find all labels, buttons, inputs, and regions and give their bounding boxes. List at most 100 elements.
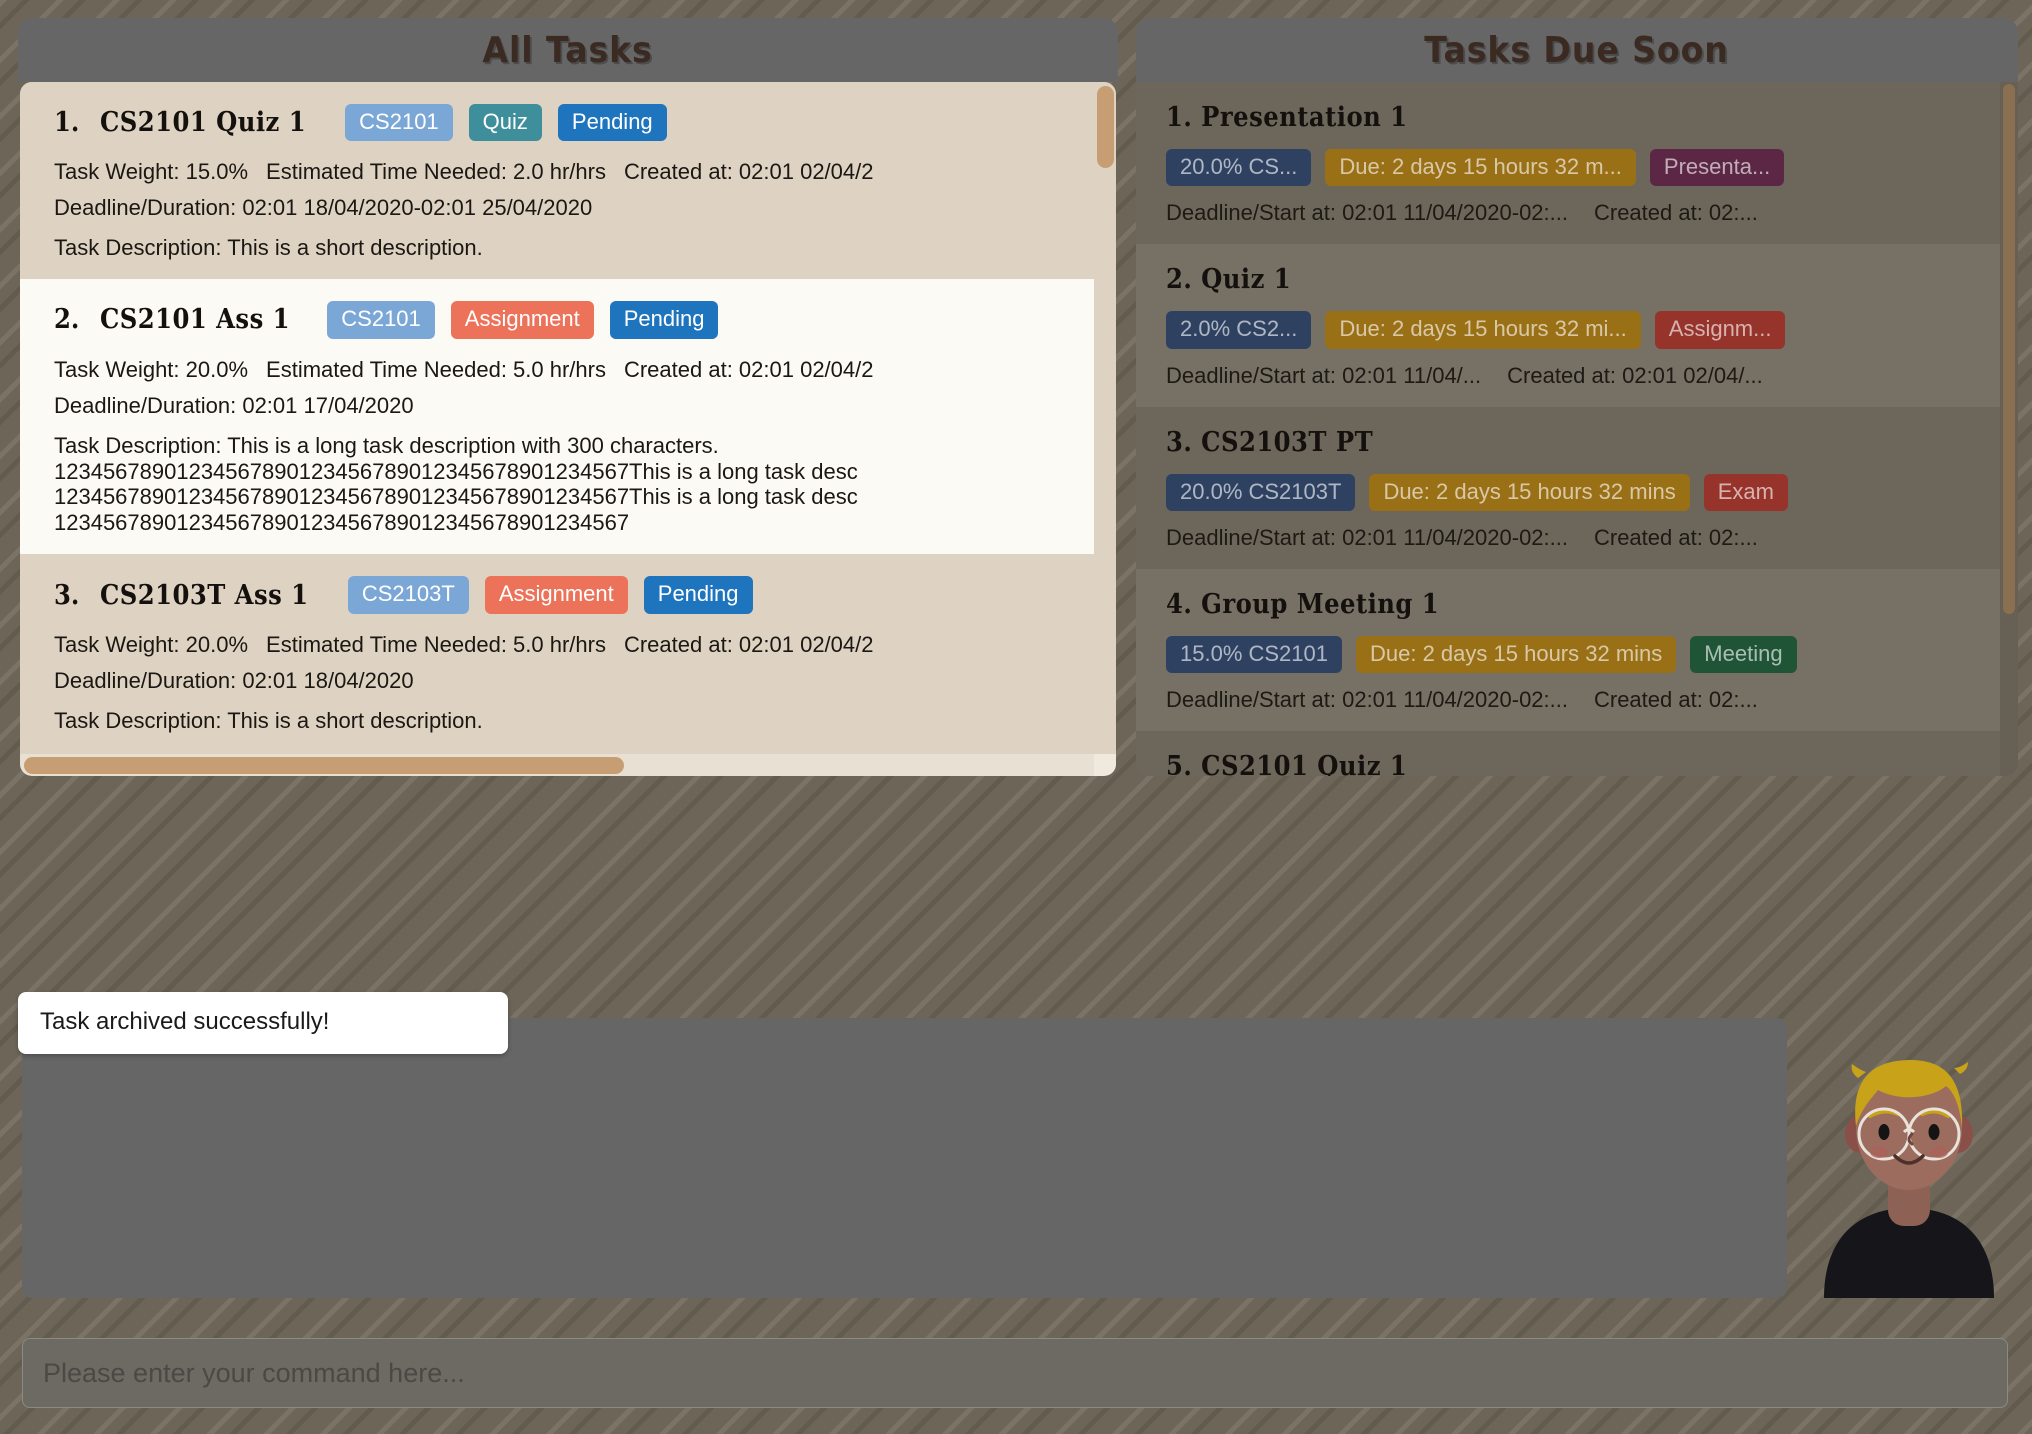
due-soon-list[interactable]: 1. Presentation 1 20.0% CS... Due: 2 days … — [1136, 82, 2018, 776]
task-badge: Assignment — [450, 301, 594, 339]
all-tasks-horizontal-scrollbar[interactable] — [20, 754, 1094, 776]
task-description: Task Description: This is a long task de… — [54, 432, 858, 536]
due-soon-list-body: 1. Presentation 1 20.0% CS... Due: 2 days … — [1136, 82, 2000, 776]
due-soon-vertical-scrollbar-thumb[interactable] — [2003, 84, 2015, 614]
due-task-badges: 2.0% CS2... Due: 2 days 15 hours 32 mi...… — [1166, 311, 1974, 349]
task-meta-line: Task Weight: 20.0% Estimated Time Needed:… — [54, 357, 1068, 383]
due-task-badge: 20.0% CS2103T — [1166, 473, 1356, 511]
due-task-card[interactable]: 5. CS2101 Quiz 1 — [1136, 731, 2000, 776]
due-task-badge: 2.0% CS2... — [1166, 311, 1312, 349]
status-toast: Task archived successfully! — [18, 992, 508, 1054]
all-tasks-list-body: 1. CS2101 Quiz 1 CS2101 Quiz Pending Task Wei… — [20, 82, 1094, 754]
due-task-card[interactable]: 2. Quiz 1 2.0% CS2... Due: 2 days 15 hours… — [1136, 244, 2000, 407]
task-estimated-time: Estimated Time Needed: 5.0 hr/hrs — [266, 631, 606, 657]
due-task-created-at: Created at: 02:... — [1593, 687, 1758, 713]
task-deadline: Deadline/Duration: 02:01 18/04/2020 — [54, 667, 414, 693]
task-card-header: 1. CS2101 Quiz 1 CS2101 Quiz Pending — [54, 104, 1068, 142]
task-card[interactable]: 2. CS2101 Ass 1 CS2101 Assignment Pending Tas… — [20, 279, 1094, 555]
due-task-name: 3. CS2103T PT — [1166, 426, 1374, 458]
due-task-meta: Deadline/Start at: 02:01 11/04/2020-02:.… — [1166, 687, 1974, 713]
due-task-deadline: Deadline/Start at: 02:01 11/04/2020-02:.… — [1166, 200, 1568, 226]
due-task-badge: Due: 2 days 15 hours 32 mins — [1356, 635, 1677, 674]
due-task-badge: Assignm... — [1654, 311, 1786, 349]
due-task-deadline: Deadline/Start at: 02:01 11/04/2020-02:.… — [1166, 687, 1568, 713]
task-weight: Task Weight: 20.0% — [54, 631, 249, 657]
due-task-badge: Exam — [1703, 473, 1788, 511]
task-badge: Pending — [557, 104, 667, 142]
avatar-illustration — [1824, 1060, 1994, 1298]
task-card-header: 3. CS2103T Ass 1 CS2103T Assignment Pending — [54, 576, 1068, 614]
due-task-card[interactable]: 4. Group Meeting 1 15.0% CS2101 Due: 2 day… — [1136, 568, 2000, 732]
task-meta-line: Task Weight: 15.0% Estimated Time Needed:… — [54, 159, 1068, 185]
all-tasks-panel: All Tasks 1. CS2101 Quiz 1 CS2101 Quiz Pendi… — [18, 18, 1118, 776]
task-created-at: Created at: 02:01 02/04/2 — [623, 159, 874, 185]
task-deadline: Deadline/Duration: 02:01 17/04/2020 — [54, 392, 414, 418]
command-input[interactable] — [22, 1338, 2008, 1408]
due-task-created-at: Created at: 02:01 02/04/... — [1507, 362, 1763, 388]
due-task-badges: 20.0% CS... Due: 2 days 15 hours 32 m... P… — [1166, 149, 1974, 187]
due-task-meta: Deadline/Start at: 02:01 11/04/2020-02:.… — [1166, 200, 1974, 226]
task-weight: Task Weight: 15.0% — [54, 159, 249, 185]
response-display-box: Task archived successfully! — [18, 992, 1787, 1298]
task-weight: Task Weight: 20.0% — [54, 356, 249, 382]
all-tasks-title: All Tasks — [482, 29, 654, 71]
task-name: CS2101 Quiz 1 — [100, 107, 307, 139]
due-task-card[interactable]: 3. CS2103T PT 20.0% CS2103T Due: 2 days 15… — [1136, 406, 2000, 569]
task-name: CS2101 Ass 1 — [100, 304, 291, 336]
due-task-deadline: Deadline/Start at: 02:01 11/04/... — [1166, 362, 1482, 388]
all-tasks-vertical-scrollbar-thumb[interactable] — [1097, 86, 1114, 168]
due-task-name: 2. Quiz 1 — [1166, 264, 1292, 296]
due-task-name: 4. Group Meeting 1 — [1166, 588, 1440, 620]
due-task-badge: 15.0% CS2101 — [1166, 635, 1342, 674]
task-badge: Assignment — [484, 576, 628, 614]
task-badge: Pending — [643, 576, 753, 614]
task-card[interactable]: 1. CS2101 Quiz 1 CS2101 Quiz Pending Task Wei… — [20, 82, 1094, 280]
task-index: 3. — [54, 579, 80, 611]
due-task-meta: Deadline/Start at: 02:01 11/04/2020-02:.… — [1166, 525, 1974, 551]
due-task-badge: Presenta... — [1649, 149, 1785, 187]
task-index: 2. — [54, 304, 80, 336]
due-task-meta: Deadline/Start at: 02:01 11/04/... Create… — [1166, 363, 1974, 389]
due-task-badge: Due: 2 days 15 hours 32 mins — [1369, 473, 1690, 511]
due-task-badge: Meeting — [1690, 635, 1797, 674]
due-task-card[interactable]: 1. Presentation 1 20.0% CS... Due: 2 days … — [1136, 82, 2000, 245]
all-tasks-list[interactable]: 1. CS2101 Quiz 1 CS2101 Quiz Pending Task Wei… — [20, 82, 1116, 776]
task-created-at: Created at: 02:01 02/04/2 — [623, 631, 874, 657]
due-soon-title: Tasks Due Soon — [1424, 29, 1730, 71]
due-soon-vertical-scrollbar[interactable] — [2000, 82, 2018, 776]
all-tasks-header: All Tasks — [18, 18, 1118, 82]
all-tasks-horizontal-scrollbar-thumb[interactable] — [24, 757, 624, 774]
assistant-avatar — [1800, 1022, 2018, 1298]
task-meta-line: Task Weight: 20.0% Estimated Time Needed:… — [54, 632, 1068, 658]
task-card[interactable]: 3. CS2103T Ass 1 CS2103T Assignment Pending T… — [20, 554, 1094, 752]
task-created-at: Created at: 02:01 02/04/2 — [623, 356, 874, 382]
task-badge: Pending — [609, 301, 719, 339]
task-index: 1. — [54, 107, 80, 139]
due-task-name: 1. Presentation 1 — [1166, 102, 1408, 133]
due-task-badge: Due: 2 days 15 hours 32 m... — [1325, 149, 1636, 187]
task-name: CS2103T Ass 1 — [100, 579, 309, 611]
due-task-created-at: Created at: 02:... — [1593, 524, 1758, 550]
due-soon-panel: Tasks Due Soon 1. Presentation 1 20.0% CS… — [1136, 18, 2018, 776]
task-card-header: 2. CS2101 Ass 1 CS2101 Assignment Pending — [54, 301, 1068, 339]
task-estimated-time: Estimated Time Needed: 5.0 hr/hrs — [266, 356, 606, 382]
due-soon-header: Tasks Due Soon — [1136, 18, 2018, 82]
due-task-badges: 15.0% CS2101 Due: 2 days 15 hours 32 mins… — [1166, 635, 1974, 674]
panels-row: All Tasks 1. CS2101 Quiz 1 CS2101 Quiz Pendi… — [18, 18, 2018, 776]
all-tasks-vertical-scrollbar[interactable] — [1094, 82, 1116, 754]
task-description: Task Description: This is a short descri… — [54, 707, 483, 733]
due-task-name: 5. CS2101 Quiz 1 — [1166, 751, 1408, 776]
all-tasks-scrollbar-corner — [1094, 754, 1116, 776]
task-badge: CS2103T — [347, 576, 469, 614]
due-task-created-at: Created at: 02:... — [1593, 200, 1758, 226]
task-badge: CS2101 — [327, 301, 435, 339]
task-deadline: Deadline/Duration: 02:01 18/04/2020-02:0… — [54, 195, 593, 221]
due-task-badge: 20.0% CS... — [1166, 149, 1312, 187]
due-task-badges: 20.0% CS2103T Due: 2 days 15 hours 32 min… — [1166, 473, 1974, 511]
task-badge: CS2101 — [345, 104, 453, 142]
due-task-badge: Due: 2 days 15 hours 32 mi... — [1325, 311, 1641, 349]
task-badge: Quiz — [468, 104, 542, 142]
due-task-deadline: Deadline/Start at: 02:01 11/04/2020-02:.… — [1166, 524, 1568, 550]
task-estimated-time: Estimated Time Needed: 2.0 hr/hrs — [266, 159, 606, 185]
task-description: Task Description: This is a short descri… — [54, 235, 483, 261]
